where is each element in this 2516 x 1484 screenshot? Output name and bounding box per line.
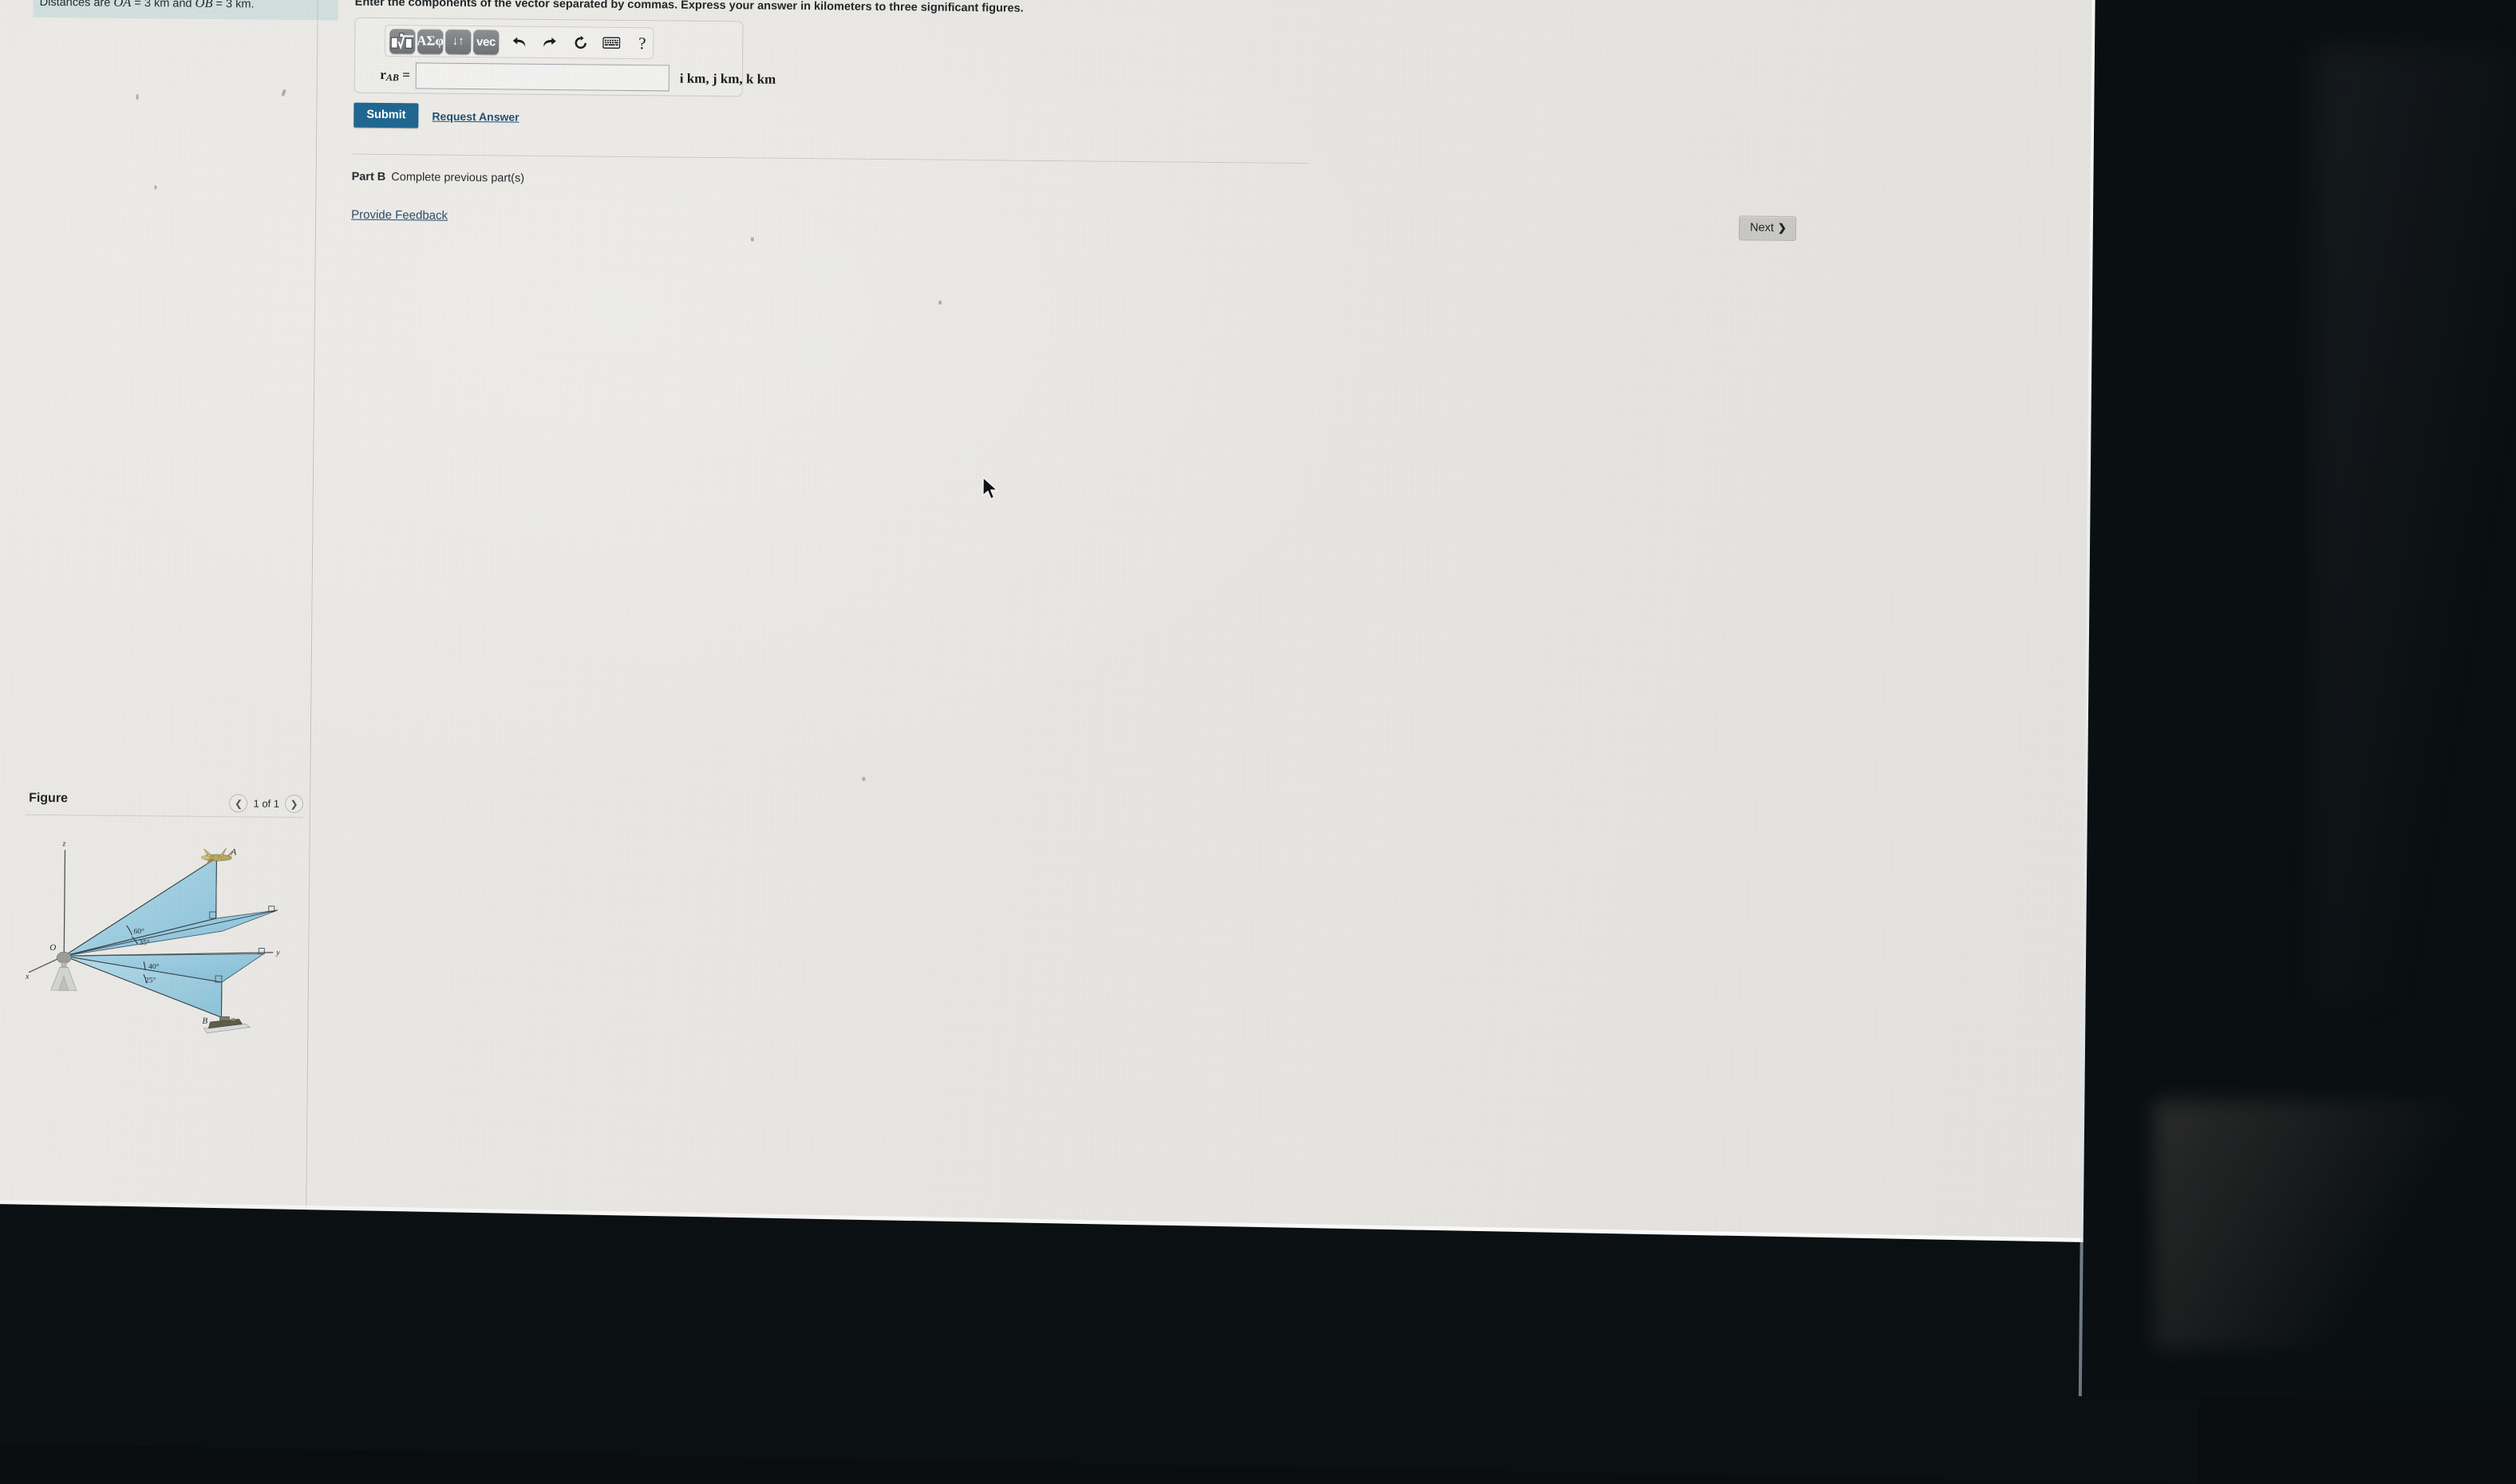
statement-oa: OA bbox=[113, 0, 131, 10]
dust-speck bbox=[154, 185, 156, 189]
svg-text:y: y bbox=[275, 949, 280, 957]
vec-key[interactable]: vec bbox=[473, 30, 499, 54]
answer-label-subscript: AB bbox=[386, 72, 399, 83]
svg-text:40°: 40° bbox=[148, 962, 160, 971]
screen-bottom-bezel bbox=[0, 1203, 2202, 1484]
svg-text:60°: 60° bbox=[133, 927, 144, 936]
keyboard-icon[interactable] bbox=[601, 30, 622, 55]
problem-statement-box: measured relative to a radar antenna at … bbox=[34, 0, 339, 20]
statement-oa-value: = 3 km and bbox=[131, 0, 195, 10]
dust-speck bbox=[938, 301, 942, 305]
mouse-cursor bbox=[982, 476, 1002, 502]
svg-text:A: A bbox=[230, 847, 236, 857]
figure-next-button[interactable]: ❯ bbox=[285, 795, 303, 813]
vec-key-label: vec bbox=[476, 35, 496, 49]
pane-divider bbox=[306, 0, 318, 1254]
browser-page: measured relative to a radar antenna at … bbox=[0, 0, 2075, 1255]
updown-key[interactable]: ↓↑ bbox=[445, 29, 471, 53]
provide-feedback-link[interactable]: Provide Feedback bbox=[351, 208, 448, 223]
greek-key[interactable]: ΑΣφ bbox=[417, 29, 443, 53]
statement-distances-prefix: Distances are bbox=[40, 0, 114, 10]
statement-line-2: Distances are OA = 3 km and OB = 3 km. bbox=[40, 0, 330, 14]
part-divider bbox=[351, 154, 1309, 164]
help-icon[interactable]: ? bbox=[631, 30, 653, 55]
figure-prev-button[interactable]: ❮ bbox=[229, 794, 247, 812]
next-button-label: Next bbox=[1750, 221, 1774, 234]
figure-header: Figure ❮ 1 of 1 ❯ bbox=[26, 789, 305, 823]
statement-ob-value: = 3 km. bbox=[212, 0, 254, 11]
dust-speck bbox=[751, 237, 754, 241]
answer-instruction: Enter the components of the vector separ… bbox=[355, 0, 1024, 15]
bezel-reflection bbox=[2155, 1101, 2516, 1348]
answer-units: i km, j km, k km bbox=[680, 70, 776, 87]
screen-surface: measured relative to a radar antenna at … bbox=[0, 0, 2115, 1289]
photographed-screen: measured relative to a radar antenna at … bbox=[0, 0, 2516, 1345]
next-button[interactable]: Next ❯ bbox=[1739, 215, 1796, 241]
redo-icon[interactable] bbox=[539, 30, 561, 54]
figure-count: 1 of 1 bbox=[253, 797, 279, 809]
svg-text:35°: 35° bbox=[139, 938, 150, 947]
part-b-title: Part B bbox=[352, 171, 386, 184]
svg-text:x: x bbox=[25, 973, 30, 981]
template-key[interactable] bbox=[389, 29, 415, 53]
answer-input[interactable] bbox=[416, 62, 669, 91]
greek-key-label: ΑΣφ bbox=[417, 33, 443, 49]
figure-nav: ❮ 1 of 1 ❯ bbox=[229, 794, 303, 813]
svg-text:25°: 25° bbox=[145, 976, 156, 985]
chevron-right-icon: ❯ bbox=[1778, 222, 1787, 235]
answer-row: rAB = i km, j km, k km bbox=[369, 62, 776, 93]
figure-diagram[interactable]: z y x O bbox=[23, 832, 304, 1042]
request-answer-link[interactable]: Request Answer bbox=[432, 109, 519, 123]
figure-pane: Figure ❮ 1 of 1 ❯ bbox=[23, 789, 305, 1042]
part-b-row: Part B Complete previous part(s) bbox=[352, 171, 525, 185]
updown-key-label: ↓↑ bbox=[452, 34, 464, 48]
svg-text:B: B bbox=[202, 1016, 207, 1026]
answer-label-equals: = bbox=[399, 67, 410, 82]
part-b-status: Complete previous part(s) bbox=[391, 171, 524, 185]
dust-speck bbox=[136, 94, 139, 100]
figure-divider bbox=[26, 815, 303, 818]
figure-title: Figure bbox=[29, 791, 68, 806]
statement-ob: OB bbox=[195, 0, 212, 10]
help-icon-label: ? bbox=[638, 34, 646, 53]
answer-label: rAB = bbox=[369, 67, 416, 85]
chevron-left-icon: ❮ bbox=[235, 798, 243, 809]
svg-text:z: z bbox=[62, 839, 66, 848]
undo-icon[interactable] bbox=[508, 30, 530, 54]
dust-speck bbox=[862, 777, 865, 781]
reset-icon[interactable] bbox=[570, 30, 591, 55]
answer-panel: ΑΣφ ↓↑ vec bbox=[354, 18, 744, 97]
chevron-right-icon: ❯ bbox=[290, 798, 298, 809]
dust-speck bbox=[281, 89, 286, 97]
submit-row: Submit Request Answer bbox=[354, 103, 519, 129]
submit-button[interactable]: Submit bbox=[354, 103, 418, 128]
math-toolbar: ΑΣφ ↓↑ vec bbox=[385, 25, 654, 59]
bezel-reflection bbox=[2314, 48, 2516, 1005]
svg-text:O: O bbox=[49, 943, 56, 953]
